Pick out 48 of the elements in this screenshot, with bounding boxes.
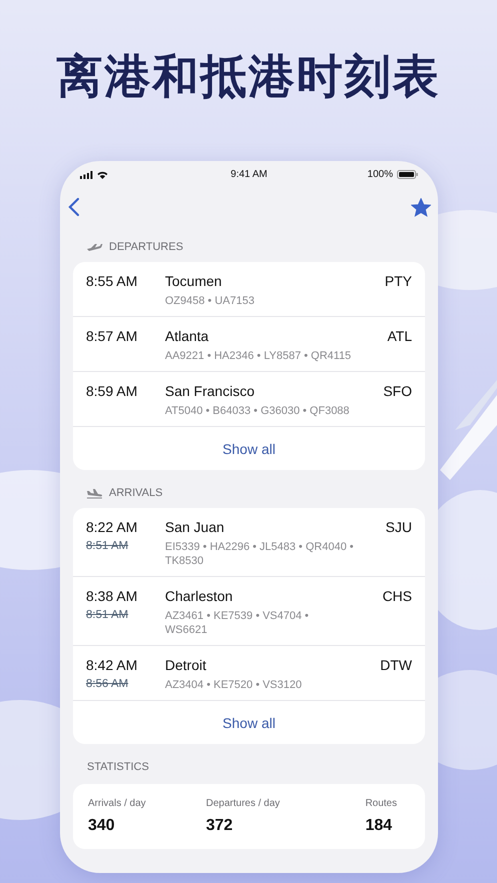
flight-numbers: EI5339 • HA2296 • JL5483 • QR4040 • TK8530	[165, 540, 354, 568]
flight-time: 8:38 AM	[86, 587, 138, 606]
flight-numbers: AZ3461 • KE7539 • VS4704 • WS6621	[165, 609, 310, 637]
stat-label: Arrivals / day	[88, 798, 147, 809]
scheduled-time: 8:51 AM	[86, 540, 128, 552]
stat-label: Routes	[365, 798, 397, 809]
flight-time: 8:42 AM	[86, 656, 138, 675]
show-all-link[interactable]: Show all	[222, 440, 276, 456]
stat-value: 340	[88, 817, 116, 835]
section-title: DEPARTURES	[109, 241, 184, 253]
flight-numbers: AZ3404 • KE7520 • VS3120	[165, 678, 303, 692]
flight-time: 8:59 AM	[86, 382, 138, 401]
plane-takeoff-icon	[86, 241, 103, 253]
airport-code: SJU	[386, 518, 412, 537]
flight-numbers: OZ9458 • UA7153	[165, 294, 256, 308]
flight-numbers: AA9221 • HA2346 • LY8587 • QR4115	[165, 349, 352, 363]
plane-landing-icon	[86, 487, 103, 499]
battery-icon	[396, 170, 418, 179]
section-title: STATISTICS	[87, 761, 149, 773]
airport-code: ATL	[387, 327, 412, 346]
scheduled-time: 8:51 AM	[86, 609, 128, 621]
headline: 离港和抵港时刻表	[56, 48, 440, 104]
stat-label: Departures / day	[206, 798, 281, 809]
clock-time: 9:41 AM	[230, 169, 268, 180]
city-name: Detroit	[165, 656, 208, 675]
city-name: Tocumen	[165, 272, 223, 291]
airport-code: DTW	[380, 656, 412, 675]
scheduled-time: 8:56 AM	[86, 678, 128, 690]
airport-code: PTY	[384, 272, 412, 291]
stat-value: 184	[365, 817, 394, 835]
city-name: Charleston	[165, 587, 234, 606]
flight-time: 8:22 AM	[86, 518, 138, 537]
city-name: Atlanta	[165, 327, 210, 346]
flight-numbers: AT5040 • B64033 • G36030 • QF3088	[165, 404, 350, 418]
flight-time: 8:55 AM	[86, 272, 138, 291]
city-name: San Juan	[165, 518, 226, 537]
airport-code: CHS	[382, 587, 412, 606]
back-icon	[68, 197, 80, 217]
signal-icon	[80, 170, 93, 178]
stat-value: 372	[206, 817, 234, 835]
back-button[interactable]	[66, 195, 82, 219]
wifi-icon	[97, 170, 108, 178]
city-name: San Francisco	[165, 382, 256, 401]
section-title: ARRIVALS	[109, 487, 163, 499]
flight-time: 8:57 AM	[86, 327, 138, 346]
show-all-link[interactable]: Show all	[222, 714, 276, 730]
battery-percent: 100%	[367, 169, 393, 180]
airport-code: SFO	[383, 382, 412, 401]
